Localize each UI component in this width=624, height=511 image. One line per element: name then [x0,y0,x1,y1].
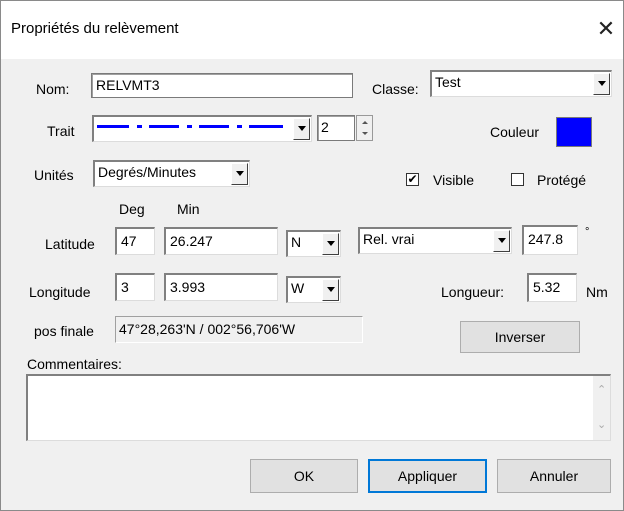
commentaires-textarea[interactable]: ⌃ ⌄ [26,374,611,441]
chevron-down-icon[interactable] [322,279,339,301]
chevron-down-icon[interactable] [493,230,510,252]
units-select[interactable]: Degrés/Minutes [93,160,250,187]
visible-label: Visible [433,172,474,188]
line-width-spinner[interactable] [356,115,373,141]
properties-dialog: Propriétés du relèvement ✕ Nom: RELVMT3 … [0,0,624,511]
visible-checkbox[interactable]: ✔ [406,173,419,186]
trait-label: Trait [47,123,75,139]
classe-label: Classe: [372,81,419,97]
scroll-up-icon[interactable]: ⌃ [597,385,606,396]
pos-finale-label: pos finale [34,323,94,339]
protege-checkbox[interactable] [511,173,524,186]
title-bar: Propriétés du relèvement ✕ [1,1,623,59]
chevron-down-icon[interactable] [293,118,310,140]
longitude-hemisphere-value: W [291,280,305,296]
line-style-select[interactable] [92,115,312,142]
unites-label: Unités [34,167,74,183]
longitude-label: Longitude [29,284,91,300]
bearing-type-value: Rel. vrai [363,231,415,247]
inverser-button[interactable]: Inverser [460,321,580,353]
line-pattern-preview [97,125,283,128]
units-value: Degrés/Minutes [98,164,197,180]
deg-header: Deg [119,201,145,217]
latitude-min-input[interactable]: 26.247 [164,227,278,255]
window-title: Propriétés du relèvement [11,20,179,37]
latitude-label: Latitude [45,236,95,252]
degree-symbol: ° [585,226,590,238]
latitude-deg-input[interactable]: 47 [115,227,155,255]
line-width-input[interactable]: 2 [317,115,355,141]
couleur-label: Couleur [490,124,540,140]
chevron-down-icon[interactable] [593,73,610,95]
longueur-label: Longueur: [441,284,505,300]
spin-down-icon[interactable] [357,128,372,140]
classe-select[interactable]: Test [430,70,612,97]
bearing-value-input[interactable]: 247.8 [522,225,578,255]
longueur-unit: Nm [586,284,608,300]
ok-button[interactable]: OK [250,459,358,493]
pos-finale-value: 47°28,263'N / 002°56,706'W [115,316,363,343]
min-header: Min [177,201,200,217]
bearing-type-select[interactable]: Rel. vrai [358,227,512,254]
longitude-hemisphere-select[interactable]: W [286,276,341,303]
cancel-button[interactable]: Annuler [497,459,611,493]
latitude-hemisphere-select[interactable]: N [286,230,341,257]
protege-label: Protégé [537,172,587,188]
nom-label: Nom: [36,81,70,97]
chevron-down-icon[interactable] [231,163,248,185]
latitude-hemisphere-value: N [291,234,302,250]
color-swatch-button[interactable] [556,117,592,147]
spin-up-icon[interactable] [357,116,372,128]
comment-scrollbar[interactable]: ⌃ ⌄ [593,376,610,440]
nom-input[interactable]: RELVMT3 [91,73,353,98]
longueur-input[interactable]: 5.32 [527,273,577,302]
scroll-down-icon[interactable]: ⌄ [597,420,606,431]
close-icon[interactable]: ✕ [589,12,623,46]
longitude-min-input[interactable]: 3.993 [164,273,278,301]
commentaires-label: Commentaires: [27,356,122,372]
longitude-deg-input[interactable]: 3 [115,273,155,301]
apply-button[interactable]: Appliquer [368,459,487,493]
chevron-down-icon[interactable] [322,233,339,255]
classe-value: Test [435,74,461,90]
